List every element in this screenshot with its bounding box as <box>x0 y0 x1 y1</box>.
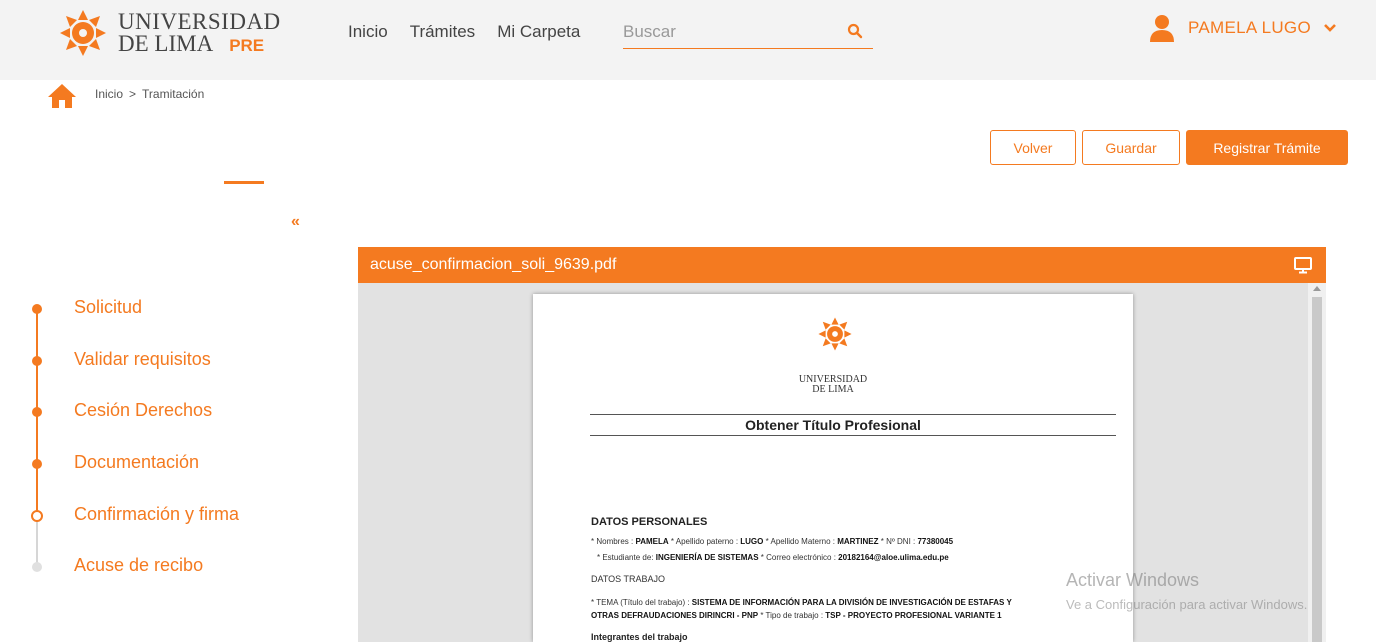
doc-rule-bottom <box>590 435 1116 436</box>
doc-value: 20182164@aloe.ulima.edu.pe <box>838 553 949 562</box>
breadcrumb-separator: > <box>129 87 137 101</box>
save-button[interactable]: Guardar <box>1082 130 1180 165</box>
step-label: Solicitud <box>74 297 143 317</box>
nav-mi-carpeta[interactable]: Mi Carpeta <box>497 22 580 42</box>
doc-value: LUGO <box>740 537 764 546</box>
step-solicitud[interactable]: Solicitud <box>30 296 290 320</box>
step-label: Cesión Derechos <box>74 400 213 420</box>
step-label: Acuse de recibo <box>74 555 204 575</box>
doc-section-work: DATOS TRABAJO <box>591 574 666 584</box>
doc-text: * Nombres : <box>591 537 636 546</box>
step-done-dot <box>32 304 42 314</box>
step-confirmacion-firma[interactable]: Confirmación y firma <box>30 503 290 527</box>
doc-university-name: UNIVERSIDAD DE LIMA <box>533 375 1133 395</box>
main-nav: Inicio Trámites Mi Carpeta <box>348 22 602 42</box>
doc-value: INGENIERÍA DE SISTEMAS <box>655 553 759 562</box>
doc-value: MARTINEZ <box>837 537 879 546</box>
chevron-down-icon[interactable] <box>1323 23 1337 33</box>
doc-title: Obtener Título Profesional <box>745 417 921 433</box>
breadcrumb-tramitacion: Tramitación <box>142 87 205 101</box>
collapse-sidebar-button[interactable]: « <box>291 213 300 231</box>
nav-inicio[interactable]: Inicio <box>348 22 388 42</box>
pdf-viewer-toolbar: acuse_confirmacion_soli_9639.pdf <box>358 247 1326 283</box>
search-input[interactable] <box>623 18 823 46</box>
breadcrumb: Inicio > Tramitación <box>95 87 204 101</box>
windows-activation-title: Activar Windows <box>1066 570 1200 590</box>
step-pending-dot <box>32 562 42 572</box>
presentation-mode-icon[interactable] <box>1294 256 1312 274</box>
doc-text: * Nº DNI : <box>878 537 918 546</box>
doc-uni-line-2: DE LIMA <box>812 384 854 395</box>
windows-activation-hint: Ve a Configuración para activar Windows. <box>1066 597 1308 612</box>
doc-rule-top <box>590 414 1116 415</box>
university-logo-icon <box>818 317 852 351</box>
pdf-page: UNIVERSIDAD DE LIMA Obtener Título Profe… <box>533 294 1133 642</box>
doc-value: PAMELA <box>635 537 669 546</box>
doc-value: 77380045 <box>917 537 954 546</box>
doc-section-personal: DATOS PERSONALES <box>591 516 708 528</box>
breadcrumb-inicio[interactable]: Inicio <box>95 87 123 101</box>
step-label: Validar requisitos <box>74 349 211 369</box>
pdf-scrollbar[interactable] <box>1308 283 1326 642</box>
doc-text: * Correo electrónico : <box>758 553 839 562</box>
step-done-dot <box>32 407 42 417</box>
step-done-dot <box>32 459 42 469</box>
doc-text: * TEMA (Título del trabajo) : <box>591 598 692 607</box>
doc-value: OTRAS DEFRAUDACIONES DIRINCRI - PNP <box>591 611 759 620</box>
doc-text: * Estudiante de: <box>597 553 656 562</box>
doc-personal-line-2: * Estudiante de: INGENIERÍA DE SISTEMAS … <box>597 553 949 562</box>
sidebar-accent-line <box>224 181 264 184</box>
doc-text: * Apellido Materno : <box>763 537 838 546</box>
pdf-filename: acuse_confirmacion_soli_9639.pdf <box>370 256 617 273</box>
register-procedure-button[interactable]: Registrar Trámite <box>1186 130 1348 165</box>
university-wordmark: UNIVERSIDAD DE LIMA PRE <box>118 9 281 57</box>
doc-value: TSP - PROYECTO PROFESIONAL VARIANTE 1 <box>825 611 1002 620</box>
doc-value: SISTEMA DE INFORMACIÓN PARA LA DIVISIÓN … <box>691 598 1012 607</box>
step-cesion-derechos[interactable]: Cesión Derechos <box>30 399 290 423</box>
user-icon <box>1150 15 1174 42</box>
step-label: Documentación <box>74 452 200 472</box>
doc-text: * Apellido paterno : <box>668 537 741 546</box>
doc-section-members: Integrantes del trabajo <box>591 632 688 642</box>
back-button[interactable]: Volver <box>990 130 1076 165</box>
logo-line-2: DE LIMA PRE <box>118 31 281 57</box>
university-logo-icon[interactable] <box>58 8 108 58</box>
user-menu[interactable]: PAMELA LUGO <box>1150 14 1337 42</box>
scroll-up-arrow-icon[interactable] <box>1313 286 1321 291</box>
doc-work-line-2: OTRAS DEFRAUDACIONES DIRINCRI - PNP * Ti… <box>591 611 1002 620</box>
doc-personal-line-1: * Nombres : PAMELA * Apellido paterno : … <box>591 537 953 546</box>
nav-tramites[interactable]: Trámites <box>410 22 476 42</box>
logo-pre-tag: PRE <box>229 36 265 55</box>
search-box <box>623 18 873 49</box>
search-icon[interactable] <box>847 23 863 39</box>
top-header: UNIVERSIDAD DE LIMA PRE Inicio Trámites M… <box>0 0 1376 80</box>
logo-line-1: UNIVERSIDAD <box>118 9 281 34</box>
step-documentacion[interactable]: Documentación <box>30 451 290 475</box>
logo-line-2-text: DE LIMA <box>118 31 214 56</box>
step-validar-requisitos[interactable]: Validar requisitos <box>30 348 290 372</box>
step-label: Confirmación y firma <box>74 504 240 524</box>
step-acuse-recibo[interactable]: Acuse de recibo <box>30 554 290 578</box>
step-current-dot <box>31 510 43 522</box>
doc-work-line-1: * TEMA (Título del trabajo) : SISTEMA DE… <box>591 598 1012 607</box>
step-done-dot <box>32 356 42 366</box>
scroll-thumb[interactable] <box>1312 297 1322 642</box>
doc-text: * Tipo de trabajo : <box>758 611 826 620</box>
home-icon[interactable] <box>47 83 77 109</box>
user-name: PAMELA LUGO <box>1188 18 1311 37</box>
